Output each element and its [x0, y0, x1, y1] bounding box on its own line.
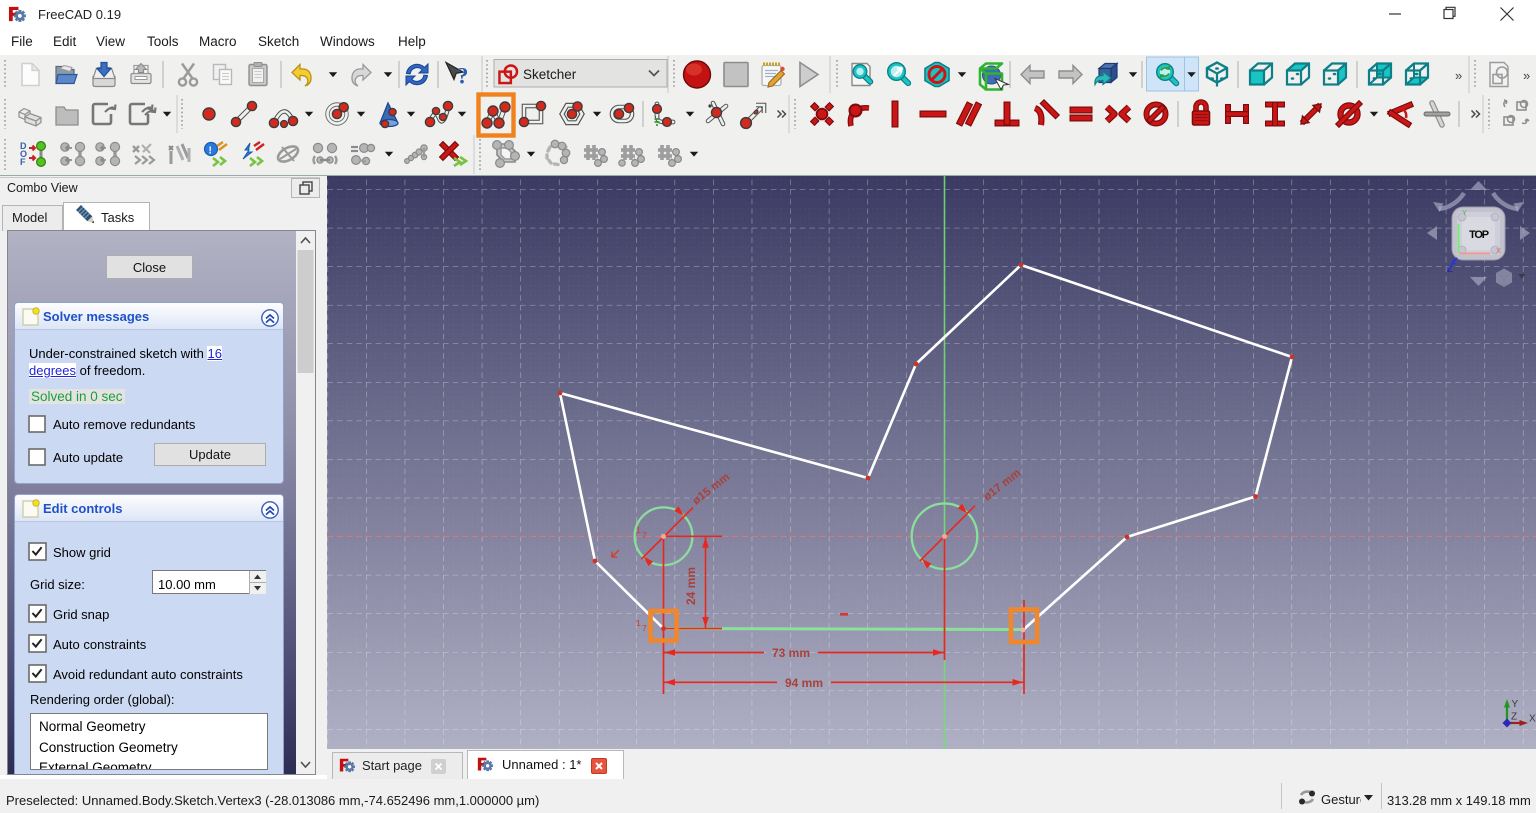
svg-text:24 mm: 24 mm	[684, 567, 698, 605]
svg-text:TOP: TOP	[1469, 229, 1489, 241]
svg-text:»: »	[1523, 68, 1530, 83]
svg-text:X: X	[1496, 246, 1501, 255]
svg-text:7: 7	[642, 623, 647, 633]
svg-text:94 mm: 94 mm	[785, 676, 823, 690]
svg-text:73 mm: 73 mm	[772, 646, 810, 660]
svg-text:!: !	[209, 146, 212, 157]
svg-text:F: F	[20, 157, 26, 167]
svg-text:Y: Y	[1512, 699, 1519, 710]
svg-text:Z: Z	[1511, 712, 1517, 723]
svg-text:»: »	[1455, 68, 1462, 83]
svg-text:?: ?	[457, 64, 469, 89]
svg-text:1: 1	[636, 525, 641, 535]
svg-text:Sketcher: Sketcher	[523, 67, 577, 82]
svg-text:Z: Z	[1447, 264, 1453, 274]
svg-text:7: 7	[642, 530, 647, 540]
svg-text:1: 1	[636, 618, 641, 628]
svg-text:Y: Y	[1462, 208, 1467, 217]
svg-text:X: X	[1529, 714, 1536, 725]
